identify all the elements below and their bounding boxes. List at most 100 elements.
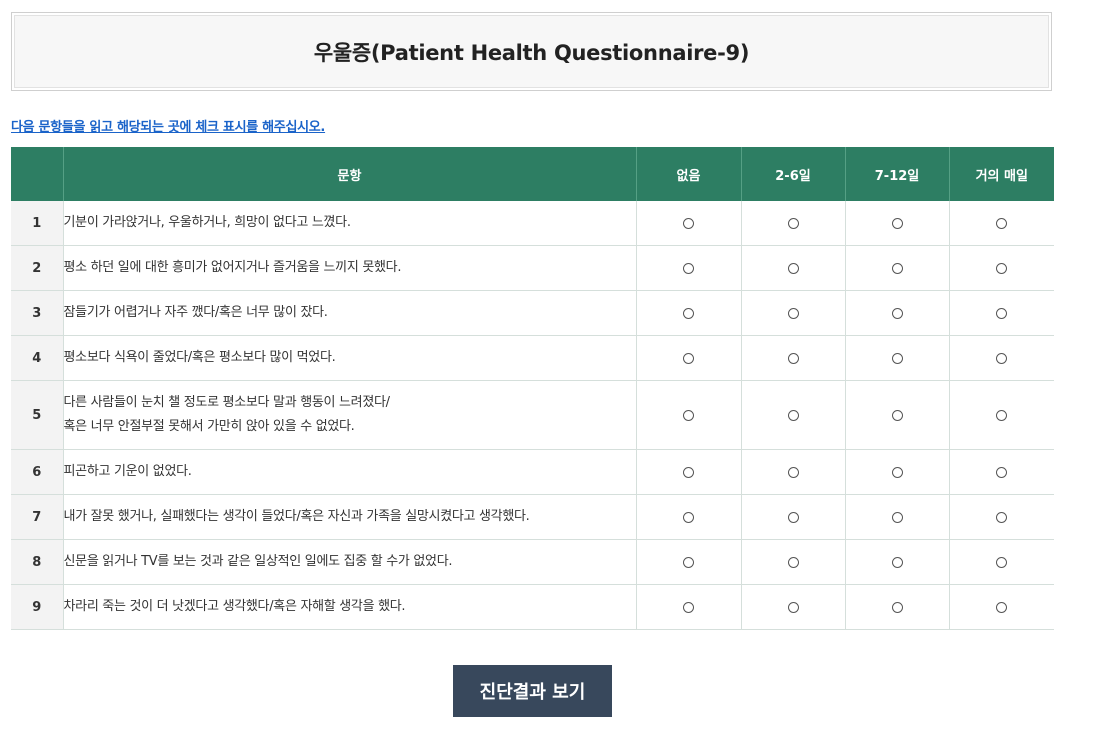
question-number: 4: [11, 335, 64, 381]
answer-cell-7-12-days: [845, 539, 950, 585]
radio-almost-every-day[interactable]: [996, 307, 1008, 319]
header-number: [11, 147, 64, 201]
radio-2-6-days[interactable]: [787, 466, 799, 478]
view-result-button[interactable]: 진단결과 보기: [453, 665, 612, 717]
radio-none[interactable]: [683, 409, 694, 421]
answer-cell-7-12-days: [845, 449, 950, 495]
radio-2-6-days[interactable]: [787, 556, 799, 568]
answer-cell-7-12-days: [845, 245, 950, 291]
question-row: 5 다른 사람들이 눈치 챌 정도로 평소보다 말과 행동이 느려졌다/혹은 너무…: [11, 380, 1054, 450]
question-row: 2 평소 하던 일에 대한 흥미가 없어지거나 즐거움을 느끼지 못했다.: [11, 245, 1054, 291]
radio-almost-every-day[interactable]: [996, 262, 1008, 274]
answer-cell-7-12-days: [845, 380, 950, 450]
answer-cell-2-6-days: [741, 201, 846, 246]
radio-none[interactable]: [683, 262, 694, 274]
question-text: 다른 사람들이 눈치 챌 정도로 평소보다 말과 행동이 느려졌다/혹은 너무 …: [63, 380, 637, 450]
answer-cell-2-6-days: [741, 380, 846, 450]
radio-7-12-days[interactable]: [891, 601, 903, 613]
answer-cell-almost-every-day: [949, 335, 1054, 381]
question-list: 1 기분이 가라앉거나, 우울하거나, 희망이 없다고 느꼈다. 2 평소 하던 일에…: [11, 201, 1054, 630]
radio-almost-every-day[interactable]: [996, 556, 1008, 568]
header-question: 문항: [63, 147, 637, 201]
question-text: 기분이 가라앉거나, 우울하거나, 희망이 없다고 느꼈다.: [63, 201, 637, 246]
radio-almost-every-day[interactable]: [996, 466, 1008, 478]
answer-cell-almost-every-day: [949, 449, 1054, 495]
radio-7-12-days[interactable]: [891, 556, 903, 568]
question-row: 4 평소보다 식욕이 줄었다/혹은 평소보다 많이 먹었다.: [11, 335, 1054, 381]
question-number: 9: [11, 584, 64, 630]
radio-2-6-days[interactable]: [787, 307, 799, 319]
radio-none[interactable]: [683, 601, 694, 613]
radio-7-12-days[interactable]: [891, 466, 903, 478]
question-text: 내가 잘못 했거나, 실패했다는 생각이 들었다/혹은 자신과 가족을 실망시켰…: [63, 494, 637, 540]
answer-cell-none: [636, 335, 742, 381]
radio-7-12-days[interactable]: [891, 409, 903, 421]
question-text-line: 피곤하고 기운이 없었다.: [63, 464, 192, 479]
questionnaire-table: 문항 없음 2-6일 7-12일 거의 매일 1 기분이 가라앉거나, 우울하거나…: [11, 147, 1054, 630]
question-text-line: 평소 하던 일에 대한 흥미가 없어지거나 즐거움을 느끼지 못했다.: [63, 260, 402, 275]
radio-7-12-days[interactable]: [891, 511, 903, 523]
question-text-line: 다른 사람들이 눈치 챌 정도로 평소보다 말과 행동이 느려졌다/: [63, 395, 391, 410]
answer-cell-none: [636, 494, 742, 540]
question-text-line: 신문을 읽거나 TV를 보는 것과 같은 일상적인 일에도 집중 할 수가 없었…: [63, 554, 453, 569]
question-number: 7: [11, 494, 64, 540]
instruction-link[interactable]: 다음 문항들을 읽고 해당되는 곳에 체크 표시를 해주십시오.: [11, 116, 325, 135]
radio-2-6-days[interactable]: [787, 262, 799, 274]
radio-7-12-days[interactable]: [891, 262, 903, 274]
answer-cell-none: [636, 449, 742, 495]
radio-almost-every-day[interactable]: [996, 352, 1008, 364]
radio-almost-every-day[interactable]: [996, 601, 1008, 613]
answer-cell-7-12-days: [845, 290, 950, 336]
question-text-line: 잠들기가 어렵거나 자주 깼다/혹은 너무 많이 잤다.: [63, 305, 328, 320]
radio-2-6-days[interactable]: [787, 217, 799, 229]
answer-cell-7-12-days: [845, 335, 950, 381]
answer-cell-2-6-days: [741, 449, 846, 495]
question-text: 평소보다 식욕이 줄었다/혹은 평소보다 많이 먹었다.: [63, 335, 637, 381]
radio-none[interactable]: [683, 556, 694, 568]
radio-none[interactable]: [683, 511, 694, 523]
answer-cell-none: [636, 380, 742, 450]
answer-cell-none: [636, 539, 742, 585]
radio-none[interactable]: [683, 217, 694, 229]
question-text: 피곤하고 기운이 없었다.: [63, 449, 637, 495]
header-option-almost-every-day: 거의 매일: [949, 147, 1054, 201]
radio-7-12-days[interactable]: [891, 352, 903, 364]
question-number: 5: [11, 380, 64, 450]
question-number: 1: [11, 201, 64, 246]
answer-cell-almost-every-day: [949, 584, 1054, 630]
answer-cell-almost-every-day: [949, 539, 1054, 585]
radio-7-12-days[interactable]: [891, 307, 903, 319]
radio-none[interactable]: [683, 307, 694, 319]
answer-cell-7-12-days: [845, 584, 950, 630]
question-row: 7 내가 잘못 했거나, 실패했다는 생각이 들었다/혹은 자신과 가족을 실망시…: [11, 494, 1054, 540]
radio-2-6-days[interactable]: [787, 352, 799, 364]
question-row: 3 잠들기가 어렵거나 자주 깼다/혹은 너무 많이 잤다.: [11, 290, 1054, 336]
question-text-line: 평소보다 식욕이 줄었다/혹은 평소보다 많이 먹었다.: [63, 350, 336, 365]
radio-almost-every-day[interactable]: [996, 217, 1008, 229]
question-row: 1 기분이 가라앉거나, 우울하거나, 희망이 없다고 느꼈다.: [11, 201, 1054, 246]
radio-none[interactable]: [683, 352, 694, 364]
radio-almost-every-day[interactable]: [996, 511, 1008, 523]
table-header-row: 문항 없음 2-6일 7-12일 거의 매일: [11, 147, 1054, 201]
question-text: 평소 하던 일에 대한 흥미가 없어지거나 즐거움을 느끼지 못했다.: [63, 245, 637, 291]
radio-2-6-days[interactable]: [787, 511, 799, 523]
radio-almost-every-day[interactable]: [996, 409, 1008, 421]
answer-cell-7-12-days: [845, 201, 950, 246]
header-option-2-6-days: 2-6일: [741, 147, 846, 201]
question-text-line: 기분이 가라앉거나, 우울하거나, 희망이 없다고 느꼈다.: [63, 215, 351, 230]
question-text-line: 내가 잘못 했거나, 실패했다는 생각이 들었다/혹은 자신과 가족을 실망시켰…: [63, 509, 530, 524]
radio-2-6-days[interactable]: [787, 409, 799, 421]
question-row: 9 차라리 죽는 것이 더 낫겠다고 생각했다/혹은 자해할 생각을 했다.: [11, 584, 1054, 630]
answer-cell-none: [636, 201, 742, 246]
answer-cell-none: [636, 584, 742, 630]
radio-none[interactable]: [683, 466, 694, 478]
radio-7-12-days[interactable]: [891, 217, 903, 229]
answer-cell-none: [636, 290, 742, 336]
radio-2-6-days[interactable]: [787, 601, 799, 613]
answer-cell-none: [636, 245, 742, 291]
question-row: 6 피곤하고 기운이 없었다.: [11, 449, 1054, 495]
header-option-none: 없음: [636, 147, 742, 201]
answer-cell-2-6-days: [741, 584, 846, 630]
question-number: 8: [11, 539, 64, 585]
answer-cell-7-12-days: [845, 494, 950, 540]
